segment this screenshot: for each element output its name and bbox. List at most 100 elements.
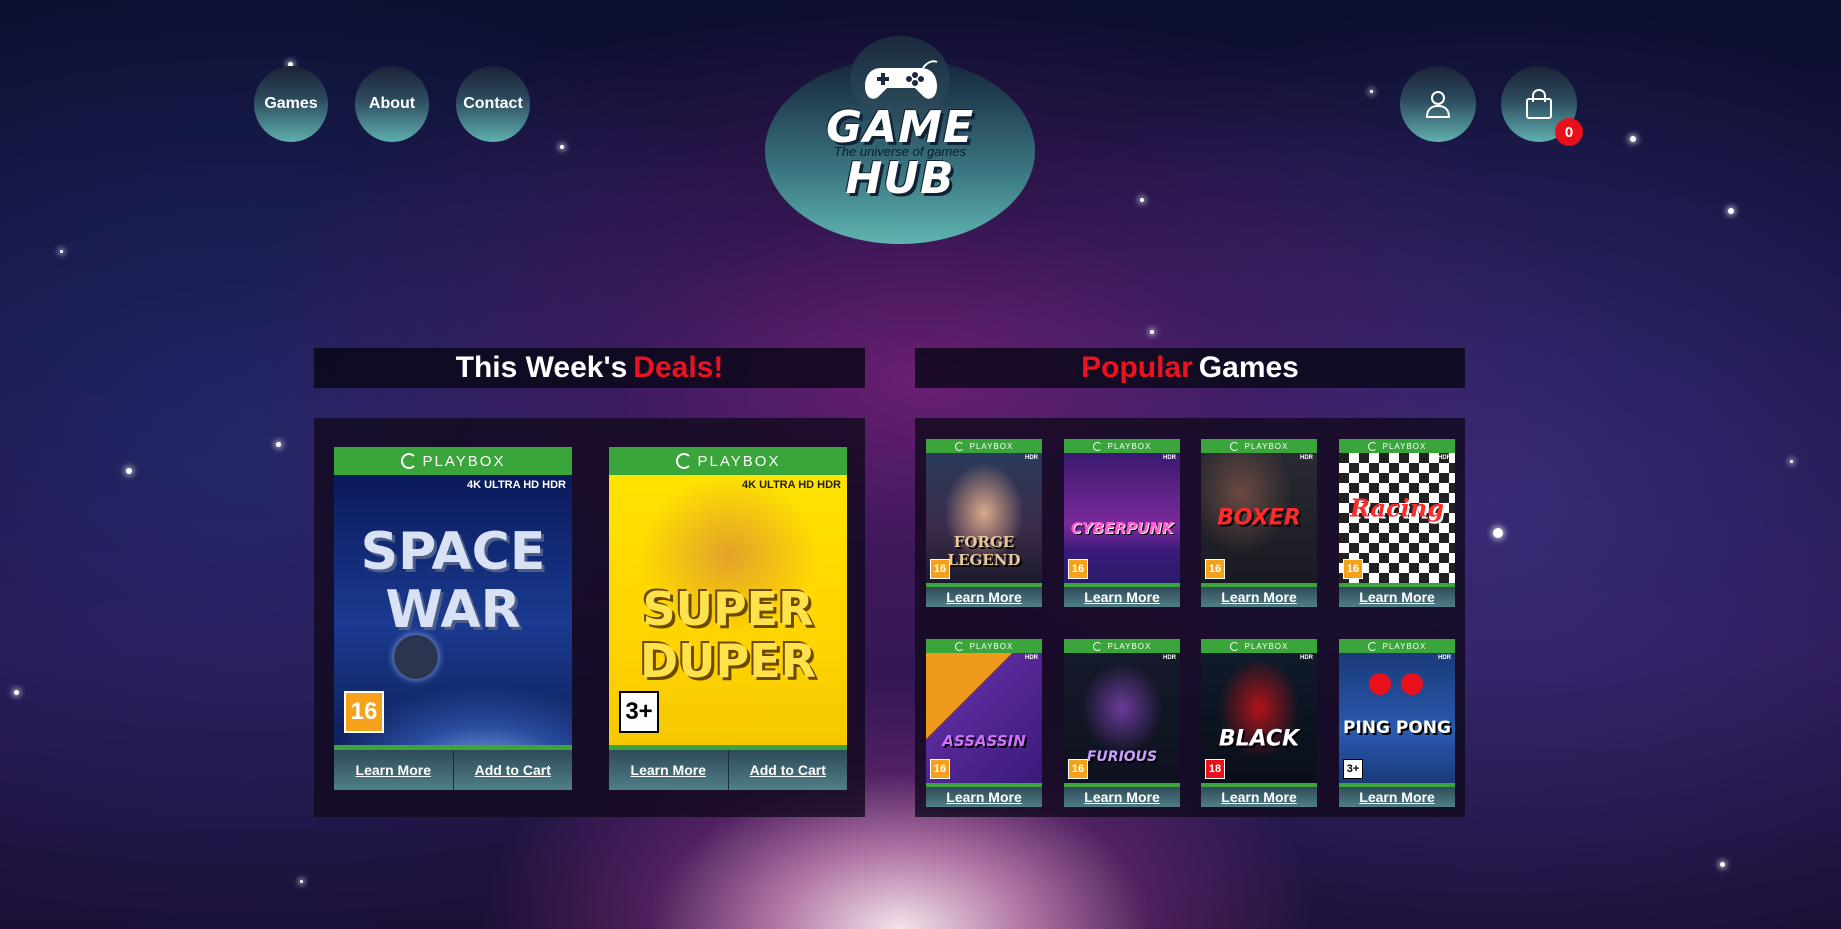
game-cover[interactable]: 4K ULTRA HD HDR SPACE WAR 16: [334, 475, 572, 745]
age-rating-badge: 16: [1068, 759, 1088, 779]
learn-more-link[interactable]: Learn More: [1201, 787, 1317, 807]
star: [60, 250, 63, 253]
game-cover[interactable]: HDR FURIOUS 16: [1064, 653, 1180, 783]
playbox-logo-icon: [1229, 441, 1239, 451]
star: [14, 690, 19, 695]
age-rating-badge: 16: [1205, 559, 1225, 579]
playbox-logo-icon: [400, 453, 417, 469]
learn-more-link[interactable]: Learn More: [1064, 787, 1180, 807]
game-cover[interactable]: HDR ASSASSIN 16: [926, 653, 1042, 783]
gamepad-icon: [865, 60, 938, 99]
playbox-logo-icon: [675, 453, 692, 469]
playbox-logo-icon: [954, 641, 964, 651]
deals-title-white: This Week's: [455, 351, 628, 384]
hdr-badge: HDR: [1300, 455, 1313, 461]
account-button[interactable]: [1400, 66, 1476, 142]
game-tile: PLAYBOX HDR BLACK 18 Learn More: [1201, 639, 1317, 807]
playbox-bar: PLAYBOX: [1339, 639, 1455, 653]
playbox-bar: PLAYBOX: [1064, 639, 1180, 653]
add-to-cart-link[interactable]: Add to Cart: [728, 750, 847, 790]
brand-label: PLAYBOX: [969, 641, 1014, 651]
playbox-logo-icon: [1229, 641, 1239, 651]
star: [1493, 528, 1503, 538]
game-tile: PLAYBOX HDR ASSASSIN 16 Learn More: [926, 639, 1042, 807]
age-rating-badge: 3+: [1343, 759, 1363, 779]
star: [300, 880, 303, 883]
deal-card: PLAYBOX 4K ULTRA HD HDR SPACE WAR 16 Lea…: [334, 447, 572, 790]
brand-label: PLAYBOX: [1382, 441, 1427, 451]
brand-label: PLAYBOX: [1107, 441, 1152, 451]
nav-contact-button[interactable]: Contact: [456, 66, 530, 142]
popular-section-title: Popular Games: [915, 348, 1465, 388]
brand-label: PLAYBOX: [1244, 641, 1289, 651]
paddle-graphic: [1369, 673, 1391, 695]
age-rating-badge: 18: [1205, 759, 1225, 779]
star: [126, 468, 132, 474]
star: [1790, 460, 1793, 463]
logo-subtitle: The universe of games: [833, 144, 967, 159]
playbox-logo-icon: [1367, 641, 1377, 651]
hdr-badge: HDR: [1438, 655, 1451, 661]
hdr-badge: HDR: [1438, 455, 1451, 461]
hdr-badge: HDR: [1025, 455, 1038, 461]
playbox-bar: PLAYBOX: [1201, 639, 1317, 653]
playbox-bar: PLAYBOX: [1201, 439, 1317, 453]
playbox-bar: PLAYBOX: [1064, 439, 1180, 453]
age-rating-badge: 16: [344, 691, 384, 733]
brand-label: PLAYBOX: [422, 452, 506, 470]
game-cover[interactable]: HDR BOXER 16: [1201, 453, 1317, 583]
user-icon: [1425, 91, 1451, 118]
hdr-badge: HDR: [1025, 655, 1038, 661]
cart-count-badge: 0: [1555, 118, 1583, 146]
format-badge: 4K ULTRA HD HDR: [467, 479, 566, 491]
star: [1150, 330, 1154, 334]
nav-about-button[interactable]: About: [355, 66, 429, 142]
cart-button[interactable]: 0: [1501, 66, 1583, 146]
add-to-cart-link[interactable]: Add to Cart: [453, 750, 572, 790]
star: [560, 145, 564, 149]
cover-title: PING PONG: [1343, 718, 1451, 739]
playbox-logo-icon: [954, 441, 964, 451]
game-cover[interactable]: HDR CYBERPUNK 16: [1064, 453, 1180, 583]
playbox-bar: PLAYBOX: [609, 447, 847, 475]
game-cover[interactable]: HDR BLACK 18: [1201, 653, 1317, 783]
game-cover[interactable]: HDR FORGE LEGEND 16: [926, 453, 1042, 583]
cover-title: SUPER DUPER: [639, 582, 817, 688]
learn-more-link[interactable]: Learn More: [926, 787, 1042, 807]
paddle-graphic: [1401, 673, 1423, 695]
star: [1140, 198, 1144, 202]
playbox-bar: PLAYBOX: [334, 447, 572, 475]
learn-more-link[interactable]: Learn More: [1201, 587, 1317, 607]
format-badge: 4K ULTRA HD HDR: [742, 479, 841, 491]
star: [1630, 136, 1636, 142]
playbox-logo-icon: [1367, 441, 1377, 451]
learn-more-link[interactable]: Learn More: [1339, 587, 1455, 607]
game-cover[interactable]: HDR PING PONG 3+: [1339, 653, 1455, 783]
cover-title: BLACK: [1218, 726, 1300, 752]
hdr-badge: HDR: [1300, 655, 1313, 661]
deal-actions: Learn More Add to Cart: [334, 750, 572, 790]
game-cover[interactable]: HDR Racing 16: [1339, 453, 1455, 583]
site-logo[interactable]: GAME HUB The universe of games: [765, 36, 1035, 244]
playbox-bar: PLAYBOX: [1339, 439, 1455, 453]
cover-title: BOXER: [1217, 505, 1301, 531]
deals-section-title: This Week's Deals!: [314, 348, 865, 388]
learn-more-link[interactable]: Learn More: [926, 587, 1042, 607]
shopping-bag-icon: [1526, 88, 1552, 119]
game-cover[interactable]: 4K ULTRA HD HDR SUPER DUPER 3+: [609, 475, 847, 745]
learn-more-link[interactable]: Learn More: [334, 750, 454, 790]
brand-label: PLAYBOX: [1382, 641, 1427, 651]
learn-more-link[interactable]: Learn More: [1064, 587, 1180, 607]
nav-games-button[interactable]: Games: [254, 66, 328, 142]
cover-title: SPACE WAR: [360, 522, 546, 640]
game-tile: PLAYBOX HDR CYBERPUNK 16 Learn More: [1064, 439, 1180, 607]
brand-label: PLAYBOX: [1244, 441, 1289, 451]
deal-card: PLAYBOX 4K ULTRA HD HDR SUPER DUPER 3+ L…: [609, 447, 847, 790]
learn-more-link[interactable]: Learn More: [609, 750, 729, 790]
star: [1720, 862, 1725, 867]
learn-more-link[interactable]: Learn More: [1339, 787, 1455, 807]
age-rating-badge: 16: [930, 759, 950, 779]
age-rating-badge: 3+: [619, 691, 659, 733]
brand-label: PLAYBOX: [697, 452, 781, 470]
playbox-bar: PLAYBOX: [926, 439, 1042, 453]
